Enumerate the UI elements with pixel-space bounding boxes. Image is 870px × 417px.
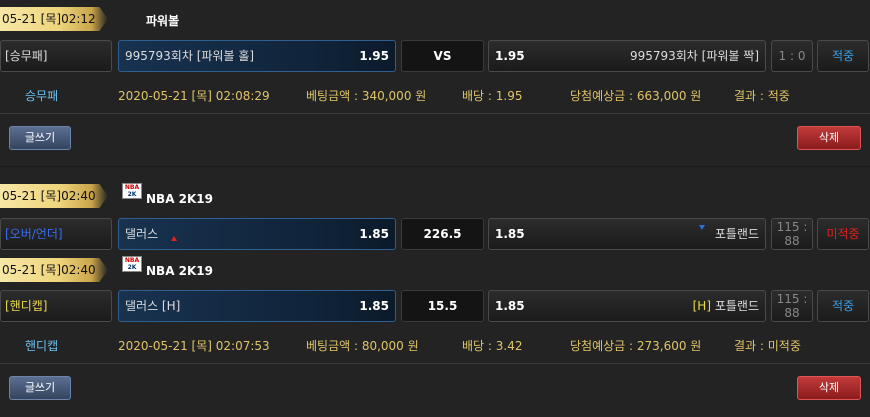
status-label: 적중 [831,299,855,313]
handicap-value: 15.5 [427,299,458,313]
bet-type-cell: [승무패] [0,40,112,72]
away-odds: 1.95 [495,49,525,63]
home-pick-cell[interactable]: 995793회차 [파워볼 홀] 1.95 [118,40,396,72]
away-team-name: 995793회차 [파워볼 짝] [629,49,759,63]
away-odds: 1.85 [495,227,525,241]
home-pick-cell[interactable]: 댈러스 [H] 1.85 [118,290,396,322]
summary-type: 승무패 [25,89,59,103]
summary-amount: 베팅금액 : 340,000 원 [306,89,427,103]
divider [0,166,870,167]
delete-button[interactable]: 삭제 [797,376,861,400]
divider [0,113,870,114]
away-team-label: [H] 포틀랜드 [693,291,759,321]
home-team-name: 995793회차 [파워볼 홀] [125,49,255,63]
line-cell: 226.5 [401,218,484,250]
status-cell: 적중 [817,40,869,72]
away-pick-cell[interactable]: 1.85 포틀랜드 [488,218,766,250]
away-odds: 1.85 [495,299,525,313]
vs-label: VS [433,49,452,63]
status-label: 미적중 [826,227,860,241]
game-title: NBA 2K19 [146,264,214,278]
bet-type-label: [핸디캡] [5,299,48,313]
status-cell: 적중 [817,290,869,322]
handicap-cell: 15.5 [401,290,484,322]
score-cell: 115 : 88 [771,290,813,322]
summary-result: 결과 : 미적중 [734,339,801,353]
away-team-name: 포틀랜드 [714,227,759,241]
summary-datetime: 2020-05-21 [목] 02:08:29 [118,89,270,103]
summary-type: 핸디캡 [25,339,59,353]
match-date-tag: 05-21 [목]02:40 [0,184,108,208]
vs-cell: VS [401,40,484,72]
summary-expected: 당첨예상금 : 663,000 원 [570,89,702,103]
home-team-name: 댈러스 [125,227,159,241]
delete-button[interactable]: 삭제 [797,126,861,150]
nba-2k19-logo: NBA 2K [122,183,142,199]
home-team-name: 댈러스 [H] [125,299,181,313]
score-bottom: 88 [784,234,800,248]
home-odds: 1.95 [359,49,389,63]
under-arrow-icon [699,225,705,230]
bet-type-label: [승무패] [5,49,48,63]
score-top: 115 : [776,220,808,234]
status-label: 적중 [831,49,855,63]
home-pick-cell[interactable]: 댈러스 1.85 [118,218,396,250]
bet-summary-row: 핸디캡 2020-05-21 [목] 02:07:53 베팅금액 : 80,00… [0,332,870,360]
summary-result: 결과 : 적중 [734,89,790,103]
write-button[interactable]: 글쓰기 [9,126,71,150]
nba-2k19-logo: NBA 2K [122,256,142,272]
away-team-name: 포틀랜드 [714,299,759,313]
summary-odds: 배당 : 1.95 [462,89,523,103]
write-button[interactable]: 글쓰기 [9,376,71,400]
score-top: 115 : [776,292,808,306]
divider [0,363,870,364]
bet-summary-row: 승무패 2020-05-21 [목] 02:08:29 베팅금액 : 340,0… [0,82,870,110]
score-cell: 115 : 88 [771,218,813,250]
handicap-marker: [H] [692,299,711,313]
match-date-tag: 05-21 [목]02:40 [0,258,108,282]
summary-odds: 배당 : 3.42 [462,339,523,353]
bet-type-cell: [오버/언더] [0,218,112,250]
game-title: NBA 2K19 [146,192,214,206]
summary-amount: 베팅금액 : 80,000 원 [306,339,419,353]
game-title: 파워볼 [146,14,180,28]
home-odds: 1.85 [359,227,389,241]
match-date-tag: 05-21 [목]02:12 [0,7,108,31]
home-odds: 1.85 [359,299,389,313]
score-cell: 1 : 0 [771,40,813,72]
away-pick-cell[interactable]: 1.95 995793회차 [파워볼 짝] [488,40,766,72]
bet-type-label: [오버/언더] [5,227,63,241]
score-value: 1 : 0 [778,49,806,63]
away-pick-cell[interactable]: 1.85 [H] 포틀랜드 [488,290,766,322]
line-value: 226.5 [423,227,462,241]
status-cell: 미적중 [817,218,869,250]
summary-expected: 당첨예상금 : 273,600 원 [570,339,702,353]
summary-datetime: 2020-05-21 [목] 02:07:53 [118,339,270,353]
score-bottom: 88 [784,306,800,320]
bet-type-cell: [핸디캡] [0,290,112,322]
over-arrow-icon [171,236,177,241]
